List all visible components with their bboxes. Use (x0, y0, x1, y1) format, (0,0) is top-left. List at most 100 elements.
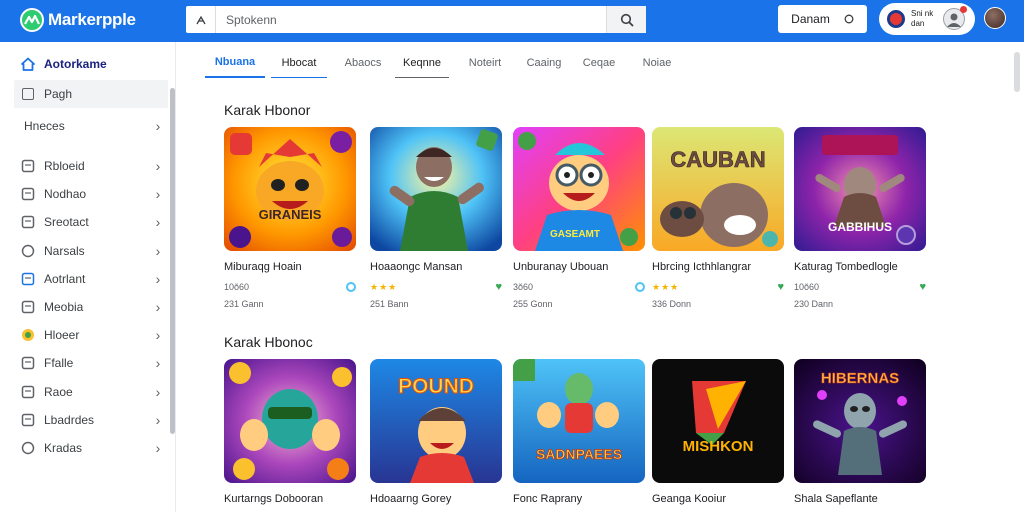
app-thumbnail[interactable] (224, 359, 356, 483)
account-avatar[interactable] (943, 6, 968, 30)
app-title[interactable]: Kurtarngs Dobooran (224, 493, 356, 505)
category-icon (20, 412, 36, 428)
app-card[interactable]: GASEAMT Unburanay Ubouan 3ŏ60 255 Gonn (513, 127, 645, 309)
thumbnail-art-text: SADNPAEES (536, 446, 622, 462)
sidebar-item-label: Lbadrdes (44, 412, 95, 427)
app-card[interactable]: GIRANEIS Miburaqg Hoain 10ŏ60 231 Gann (224, 127, 356, 309)
sidebar-group-header[interactable]: Hneces › (14, 112, 168, 140)
coin-icon (20, 327, 36, 343)
category-icon (20, 355, 36, 371)
app-title[interactable]: Miburaqg Hoain (224, 261, 356, 273)
sidebar-item[interactable]: Kradas › (14, 434, 168, 462)
app-thumbnail[interactable]: GABBIHUS (794, 127, 926, 251)
heart-icon[interactable]: ♥ (495, 282, 502, 293)
app-card[interactable]: GABBIHUS Katurag Tombedlogle 10ŏ60 ♥ 230… (794, 127, 926, 309)
tab-2[interactable]: Abaocs (335, 48, 391, 78)
search-bar (186, 6, 646, 33)
sidebar-item-label: Nodhao (44, 187, 87, 202)
tab-0[interactable]: Nbuana (205, 48, 265, 78)
heart-icon[interactable]: ♥ (919, 282, 926, 293)
search-input[interactable] (216, 7, 606, 32)
app-card[interactable]: POUND Hdoaarng Gorey (370, 359, 502, 505)
chevron-right-icon: › (155, 118, 161, 134)
app-title[interactable]: Fonc Raprany (513, 493, 645, 505)
sidebar-item[interactable]: Meobia › (14, 293, 168, 321)
section-title-1: Karak Hbonor (224, 102, 311, 118)
account-badge-icon (887, 10, 905, 28)
category-icon (20, 214, 36, 230)
sidebar-item-selected[interactable]: Pagh (14, 80, 168, 108)
tab-1[interactable]: Hbocat (271, 48, 327, 78)
chevron-right-icon: › (155, 327, 161, 344)
app-card[interactable]: SADNPAEES Fonc Raprany (513, 359, 645, 505)
app-title[interactable]: Hoaaongc Mansan (370, 261, 502, 273)
tab-4[interactable]: Noteirt (457, 48, 513, 78)
tab-6[interactable]: Ceqae (577, 48, 621, 78)
app-card[interactable]: HIBERNAS Shala Sapeflante (794, 359, 926, 505)
search-category-icon[interactable] (186, 6, 216, 33)
category-icon (20, 271, 36, 287)
sidebar-item[interactable]: Nodhao › (14, 180, 168, 208)
sidebar-item[interactable]: Narsals › (14, 237, 168, 265)
chevron-right-icon: › (155, 411, 161, 428)
app-title[interactable]: Hbrcing Icthhlangrar (652, 261, 784, 273)
sidebar-item[interactable]: Raoe › (14, 378, 168, 406)
circle-icon (20, 440, 36, 456)
sidebar-item-label: Rbloeid (44, 159, 85, 173)
app-title[interactable]: Geanga Kooiur (652, 493, 784, 505)
thumbnail-art-text: POUND (398, 375, 474, 398)
thumbnail-art-text: HIBERNAS (821, 370, 899, 387)
sidebar-item-home[interactable]: Aotorkame (14, 50, 168, 78)
sidebar-scrollbar[interactable] (170, 88, 175, 434)
search-button[interactable] (606, 6, 646, 33)
category-icon (20, 299, 36, 315)
tab-7[interactable]: Noiae (635, 48, 679, 78)
sidebar-item[interactable]: Hloeer › (14, 321, 168, 349)
tab-5[interactable]: Caaing (519, 48, 569, 78)
sidebar-item-label: Raoe (44, 384, 73, 399)
sidebar-item[interactable]: Rbloeid › (14, 152, 168, 180)
thumbnail-art-text: MISHKON (683, 438, 754, 455)
app-sub: 230 Dann (794, 299, 834, 309)
chevron-right-icon: › (155, 299, 161, 315)
app-title[interactable]: Katurag Tombedlogle (794, 261, 926, 273)
thumbnail-art-text: CAUBAN (670, 147, 765, 172)
app-title[interactable]: Hdoaarng Gorey (370, 493, 502, 505)
main-scrollbar[interactable] (1014, 52, 1020, 92)
chevron-right-icon: › (155, 214, 161, 231)
app-card[interactable]: CAUBAN Hbrcing Icthhlangrar ★★★ ♥ 336 Do… (652, 127, 784, 309)
app-thumbnail[interactable]: MISHKON (652, 359, 784, 483)
sidebar-item[interactable]: Aotrlant › (14, 265, 168, 293)
app-thumbnail[interactable]: GIRANEIS (224, 127, 356, 251)
verified-ring-icon (635, 282, 645, 292)
chevron-right-icon: › (155, 355, 161, 372)
header-action-button[interactable]: Danam (778, 5, 867, 33)
app-card[interactable]: Hoaaongc Mansan ★★★ ♥ 251 Bann (370, 127, 502, 309)
sidebar-item[interactable]: Lbadrdes › (14, 406, 168, 434)
account-chip[interactable]: Sni nk dan (879, 3, 975, 35)
tab-3[interactable]: Keqnne (395, 48, 449, 78)
heart-icon[interactable]: ♥ (777, 282, 784, 293)
app-card[interactable]: MISHKON Geanga Kooiur (652, 359, 784, 505)
sidebar-home-label: Aotorkame (44, 57, 107, 71)
sidebar-item[interactable]: Ffalle › (14, 349, 168, 377)
app-title[interactable]: Shala Sapeflante (794, 493, 926, 505)
app-logo[interactable]: Markerpple (20, 6, 136, 34)
sidebar-item-label: Hloeer (44, 328, 80, 343)
app-thumbnail[interactable]: SADNPAEES (513, 359, 645, 483)
app-thumbnail[interactable]: GASEAMT (513, 127, 645, 251)
app-thumbnail[interactable]: POUND (370, 359, 502, 483)
notification-dot (960, 6, 968, 13)
app-card[interactable]: Kurtarngs Dobooran (224, 359, 356, 505)
section-title-2: Karak Hbonoc (224, 334, 313, 350)
sidebar-item[interactable]: Sreotact › (14, 208, 168, 236)
app-meta: 10ŏ60 (224, 282, 250, 292)
app-thumbnail[interactable]: CAUBAN (652, 127, 784, 251)
chevron-right-icon: › (155, 383, 161, 400)
app-thumbnail[interactable] (370, 127, 502, 251)
app-title[interactable]: Unburanay Ubouan (513, 261, 645, 273)
category-icon (20, 158, 36, 174)
profile-avatar[interactable] (984, 7, 1006, 29)
chevron-right-icon: › (155, 158, 161, 174)
app-thumbnail[interactable]: HIBERNAS (794, 359, 926, 483)
